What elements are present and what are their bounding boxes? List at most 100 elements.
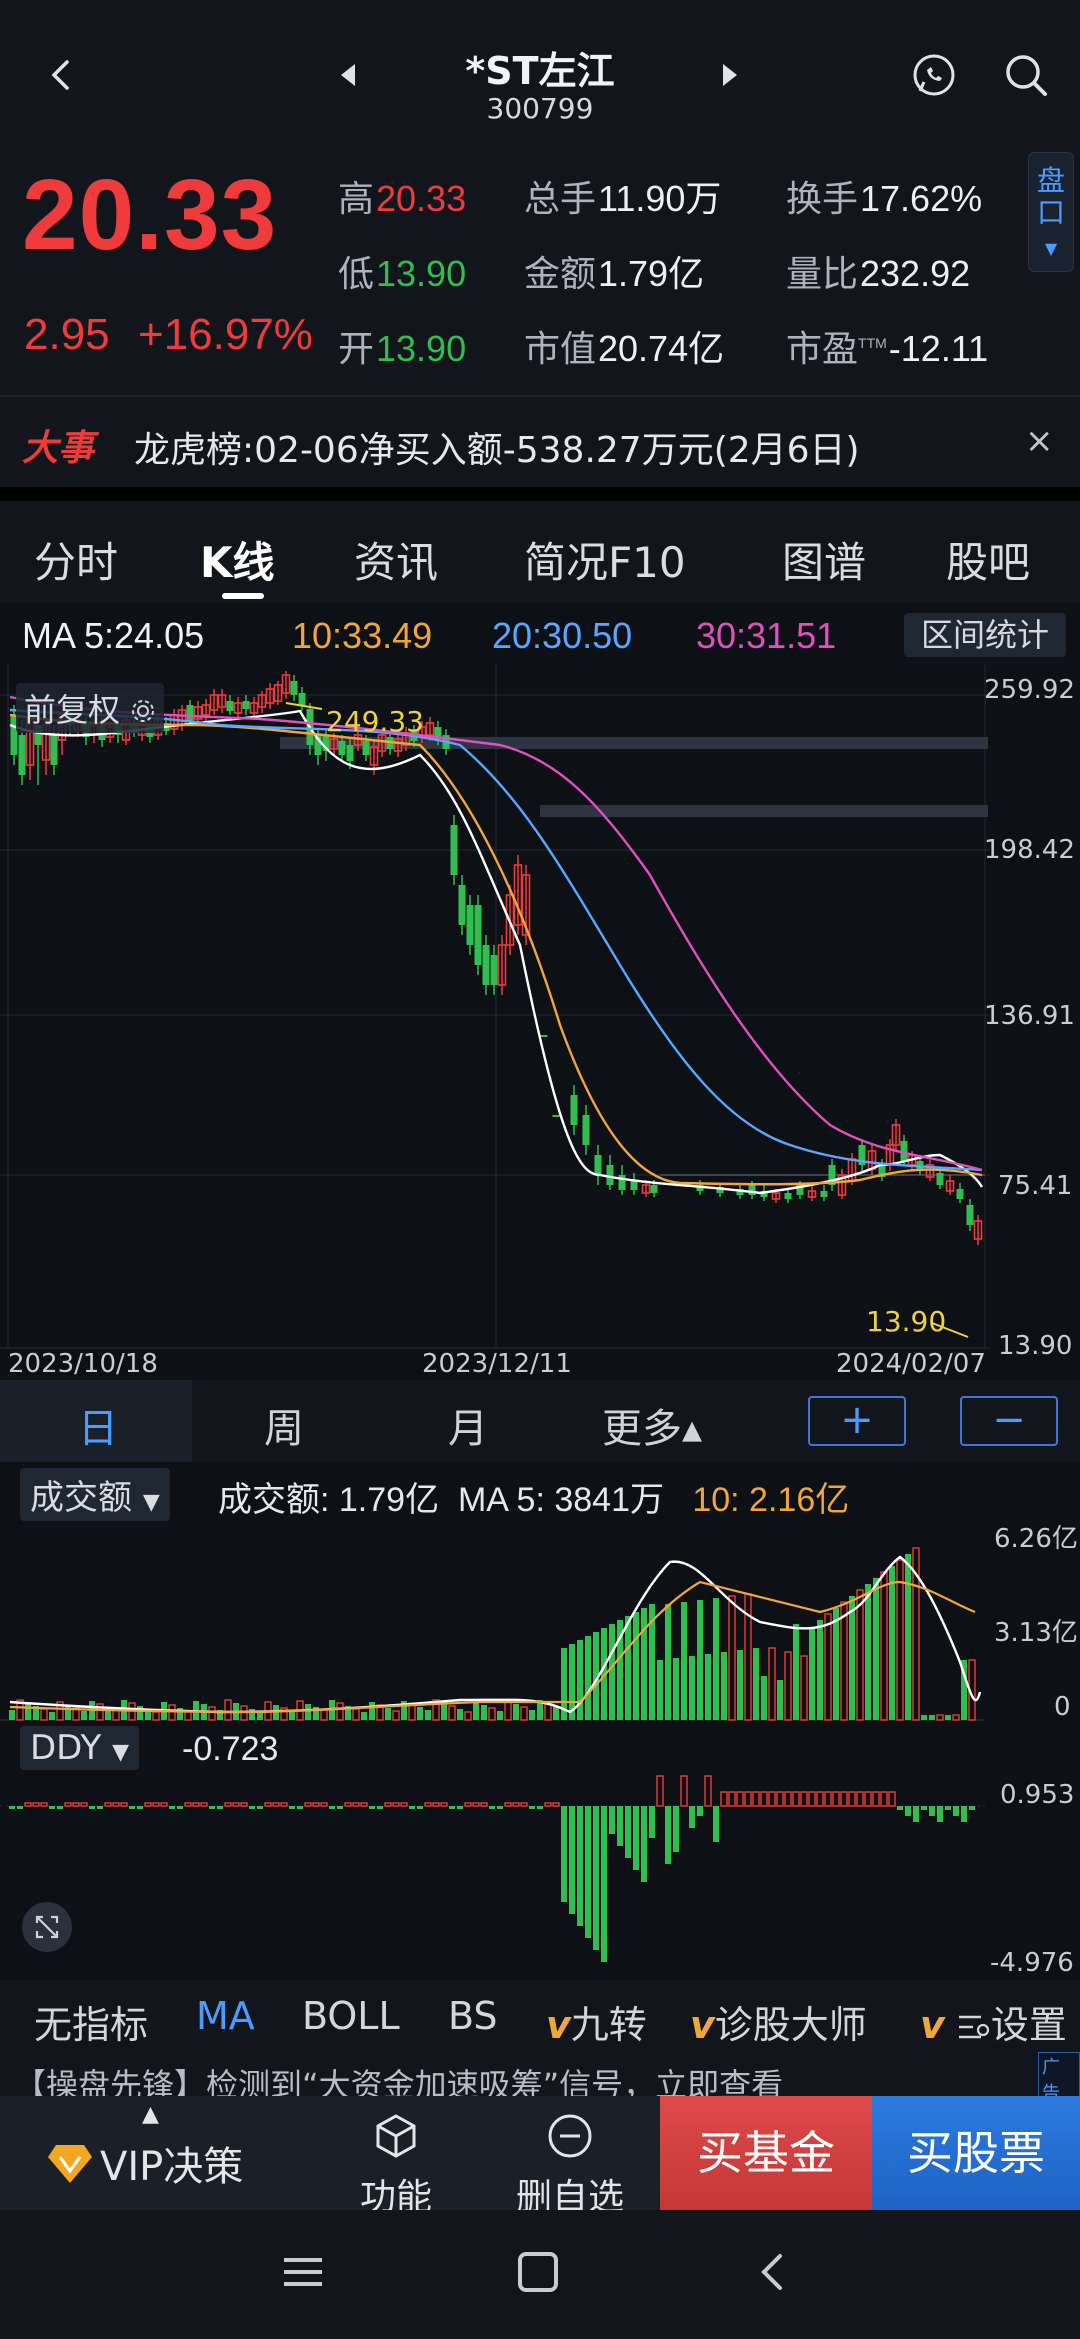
expand-up-icon[interactable]: ▲ bbox=[142, 2102, 159, 2127]
ddy-bar bbox=[177, 1806, 183, 1809]
ddy-bar bbox=[552, 1802, 560, 1807]
pe-field: 市盈TTM-12.11 bbox=[786, 328, 989, 369]
ddy-bar bbox=[529, 1806, 535, 1809]
candle-body bbox=[490, 955, 498, 985]
ddy-bar bbox=[232, 1802, 240, 1807]
volume-bar bbox=[9, 1710, 15, 1720]
resistance-band-2 bbox=[540, 805, 988, 817]
indicator-settings[interactable]: v 设置 bbox=[912, 1994, 1067, 2049]
volume-bar bbox=[441, 1703, 447, 1720]
order-book-toggle[interactable]: 盘口 ▼ bbox=[1028, 152, 1074, 272]
buy-stock-button[interactable]: 买股票 bbox=[872, 2096, 1080, 2210]
remove-watchlist-button[interactable]: 删自选 bbox=[512, 2112, 628, 2220]
price-adjust-toggle[interactable]: 前复权 bbox=[16, 683, 165, 733]
volume-bar bbox=[896, 1559, 904, 1721]
volume-bar bbox=[737, 1650, 743, 1720]
period-day[interactable]: 日 bbox=[78, 1396, 118, 1454]
volume-bar bbox=[40, 1708, 48, 1721]
volume-bar bbox=[873, 1578, 879, 1720]
indicator-ma[interactable]: MA bbox=[196, 1994, 255, 2038]
volume-bar bbox=[289, 1711, 295, 1720]
tab-timeshare[interactable]: 分时 bbox=[34, 529, 118, 590]
news-ticker[interactable]: 大事 龙虎榜:02-06净买入额-538.27万元(2月6日) × bbox=[0, 395, 1080, 487]
price-change-pct: +16.97% bbox=[138, 310, 313, 359]
volume-axis-label: 6.26亿 bbox=[994, 1524, 1078, 1554]
ad-text[interactable]: 【操盘先锋】检测到“大资金加速吸筹”信号，立即查看 bbox=[14, 2060, 783, 2096]
ddy-chart[interactable]: DDY ▼ -0.723 0.953 -4.976 bbox=[0, 1722, 1080, 1980]
indicator-bs[interactable]: BS bbox=[448, 1994, 498, 2038]
tab-f10[interactable]: 简况F10 bbox=[524, 529, 686, 590]
ddy-bar bbox=[880, 1791, 888, 1807]
volume-chart[interactable]: 成交额 ▼ 成交额: 1.79亿 MA 5: 3841万 10: 2.16亿 6… bbox=[0, 1462, 1080, 1722]
volume-bar bbox=[224, 1699, 232, 1721]
zoom-in-button[interactable]: + bbox=[808, 1396, 906, 1446]
ddy-bar bbox=[929, 1806, 935, 1816]
volume-bar bbox=[880, 1571, 888, 1721]
tab-forum[interactable]: 股吧 bbox=[946, 529, 1030, 590]
ddy-bar bbox=[824, 1791, 832, 1807]
search-icon[interactable] bbox=[996, 45, 1056, 105]
volume-bar bbox=[865, 1584, 871, 1720]
ma5-value: MA 5:24.05 bbox=[22, 615, 205, 656]
diamond-icon bbox=[48, 2145, 92, 2183]
volume-bar bbox=[625, 1616, 631, 1720]
volume-bar bbox=[793, 1624, 799, 1720]
tab-graph[interactable]: 图谱 bbox=[782, 529, 866, 590]
volume-bar bbox=[497, 1711, 503, 1720]
candle-body bbox=[936, 1173, 944, 1185]
next-stock-icon[interactable] bbox=[700, 45, 760, 105]
ddy-bar bbox=[57, 1806, 63, 1809]
indicator-boll[interactable]: BOLL bbox=[302, 1994, 400, 2038]
candle-body bbox=[362, 741, 370, 755]
volume-ratio-field: 量比232.92 bbox=[786, 253, 971, 294]
close-icon[interactable]: × bbox=[1025, 421, 1054, 461]
kline-chart[interactable]: 前复权 249.33 13.90 259.92 198.42 136.91 75… bbox=[0, 665, 1080, 1380]
ddy-bar bbox=[112, 1802, 120, 1807]
news-text[interactable]: 龙虎榜:02-06净买入额-538.27万元(2月6日) bbox=[134, 421, 860, 473]
period-month[interactable]: 月 bbox=[448, 1396, 488, 1454]
volume-bar bbox=[408, 1703, 416, 1721]
buy-fund-button[interactable]: 买基金 bbox=[660, 2096, 872, 2210]
ddy-bar bbox=[480, 1802, 488, 1807]
ddy-bar bbox=[224, 1802, 232, 1807]
volume-bar bbox=[697, 1600, 703, 1720]
indicator-jiuzhuan[interactable]: v九转 bbox=[546, 1994, 647, 2049]
candle-body bbox=[570, 1095, 578, 1125]
volume-bar bbox=[81, 1711, 87, 1720]
zoom-out-button[interactable]: − bbox=[960, 1396, 1058, 1446]
stock-header: *ST左江 300799 bbox=[0, 0, 1080, 150]
chat-icon[interactable] bbox=[904, 45, 964, 105]
ddy-bar bbox=[184, 1802, 192, 1807]
candle-body bbox=[956, 1189, 964, 1199]
ddy-bar bbox=[520, 1802, 528, 1807]
high-field: 高20.33 bbox=[338, 178, 467, 219]
period-selector: 日 周 月 更多▴ + − bbox=[0, 1380, 1080, 1462]
price-axis-label: 198.42 bbox=[984, 835, 1075, 865]
ddy-bar bbox=[864, 1791, 872, 1807]
period-week[interactable]: 周 bbox=[264, 1396, 304, 1454]
expand-icon[interactable] bbox=[22, 1902, 72, 1952]
gear-icon bbox=[132, 700, 155, 722]
ddy-bar bbox=[489, 1806, 495, 1809]
ddy-bar bbox=[352, 1802, 360, 1807]
ad-banner[interactable]: 【操盘先锋】检测到“大资金加速吸筹”信号，立即查看 广告 bbox=[0, 2052, 1080, 2096]
ma30-value: 30:31.51 bbox=[696, 615, 837, 656]
period-more[interactable]: 更多▴ bbox=[602, 1396, 702, 1454]
tab-news[interactable]: 资讯 bbox=[354, 529, 438, 590]
volume-bar bbox=[753, 1648, 759, 1720]
range-stats-button[interactable]: 区间统计 bbox=[904, 613, 1066, 657]
ddy-bar bbox=[280, 1802, 288, 1807]
candle-body bbox=[784, 1193, 792, 1199]
ddy-bar bbox=[120, 1802, 128, 1807]
volume-bar bbox=[856, 1589, 864, 1721]
tab-kline[interactable]: K线 bbox=[200, 529, 275, 590]
ddy-bar bbox=[400, 1802, 408, 1807]
function-button[interactable]: 功能 bbox=[350, 2112, 442, 2220]
indicator-none[interactable]: 无指标 bbox=[34, 1994, 148, 2049]
ddy-bar bbox=[760, 1791, 768, 1807]
indicator-diagnosis[interactable]: v诊股大师 bbox=[690, 1994, 867, 2049]
volume-bar bbox=[761, 1676, 767, 1720]
home-icon bbox=[518, 2252, 558, 2292]
cube-icon bbox=[376, 2114, 416, 2158]
vip-decision-button[interactable]: VIP决策 bbox=[46, 2134, 243, 2192]
